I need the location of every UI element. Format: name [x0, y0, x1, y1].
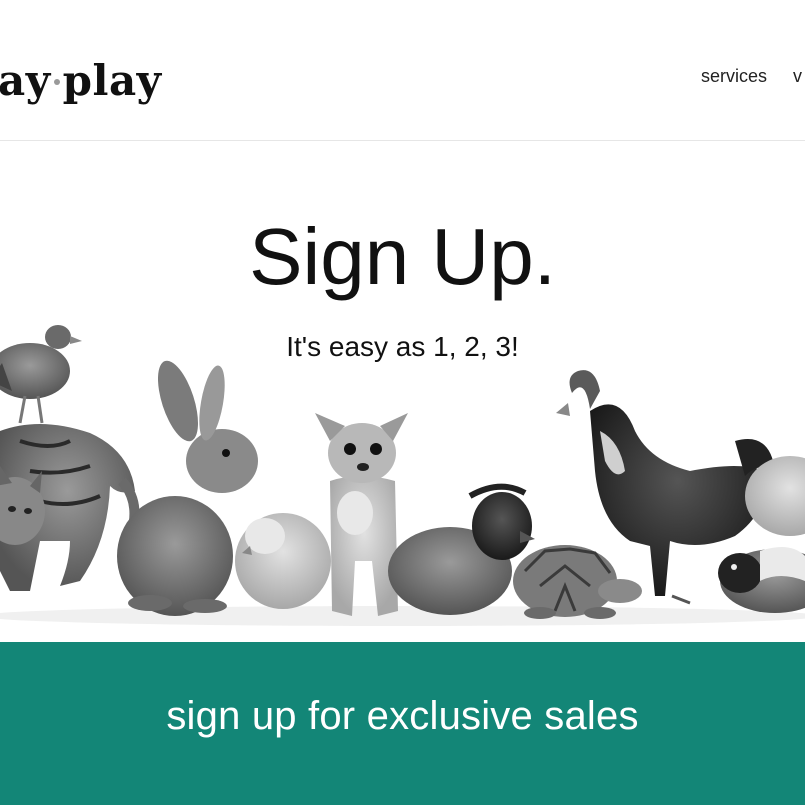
nav-item-partial[interactable]: v — [793, 66, 802, 86]
signup-banner[interactable]: sign up for exclusive sales — [0, 642, 805, 805]
nav-item-services[interactable]: services — [701, 66, 767, 86]
silkie-chick — [235, 513, 331, 609]
page-subtitle: It's easy as 1, 2, 3! — [286, 331, 519, 362]
silkie-hen — [388, 483, 535, 615]
hero-section: Sign Up. It's easy as 1, 2, 3! — [0, 141, 805, 642]
signup-banner-text[interactable]: sign up for exclusive sales — [0, 694, 805, 739]
rabbit — [117, 360, 258, 616]
logo-text-left: ay — [0, 56, 51, 105]
logo-dot — [53, 79, 60, 85]
site-header: ay play services v — [0, 0, 805, 141]
main-nav: services v — [701, 66, 805, 87]
guinea-pig — [718, 547, 805, 613]
site-logo[interactable]: ay play — [0, 56, 162, 105]
cat — [0, 423, 140, 591]
page-title: Sign Up. — [249, 212, 556, 301]
logo-text-right: play — [62, 56, 162, 105]
